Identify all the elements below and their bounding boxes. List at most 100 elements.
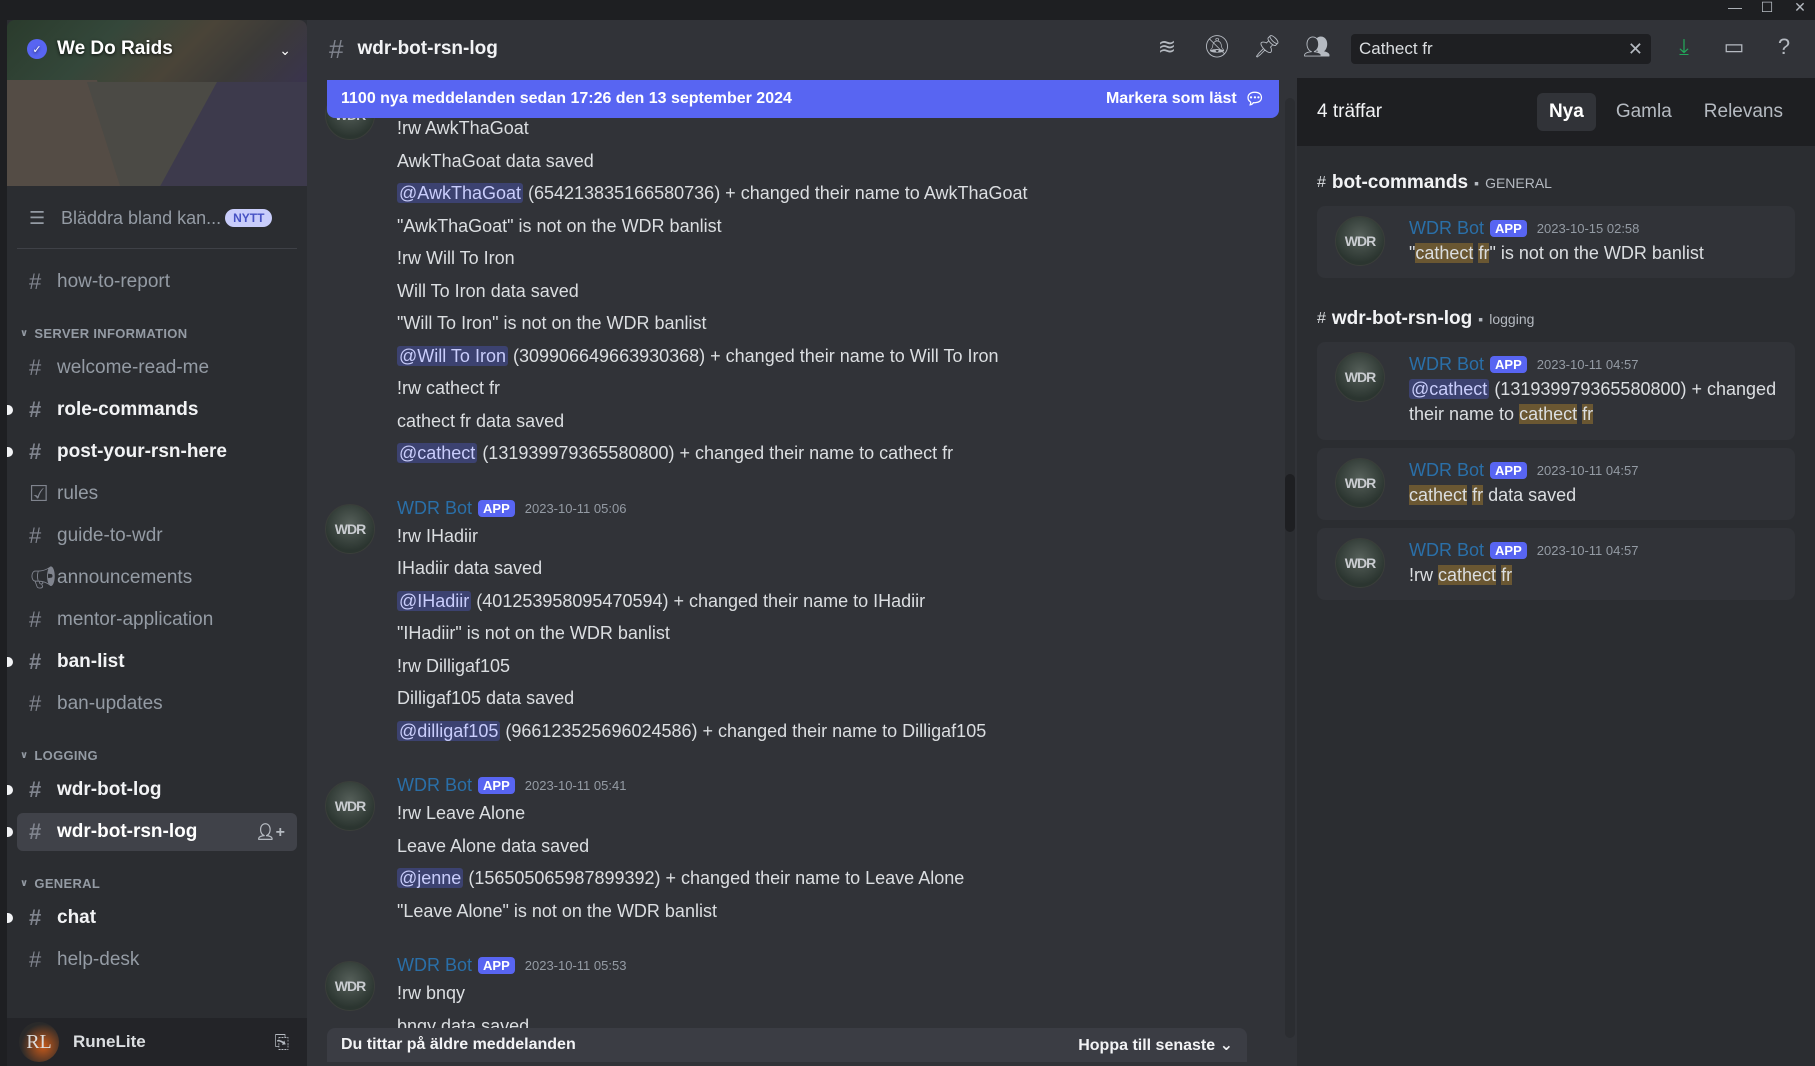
- category-general[interactable]: ∨ GENERAL: [7, 871, 307, 895]
- sidebar-item-rules[interactable]: ☑ rules: [17, 475, 297, 513]
- sidebar-item-how-to-report[interactable]: # how-to-report: [17, 263, 297, 301]
- sort-tab-relevans[interactable]: Relevans: [1692, 93, 1795, 131]
- text-fragment: !rw: [1409, 564, 1438, 585]
- hash-lock-icon: #: [29, 905, 42, 930]
- threads-icon[interactable]: ≋: [1152, 32, 1182, 62]
- channel-title: wdr-bot-rsn-log: [357, 38, 498, 59]
- search-highlight: cathect: [1415, 243, 1474, 263]
- bot-avatar[interactable]: WDR: [325, 781, 375, 831]
- search-input[interactable]: [1359, 39, 1628, 59]
- author-name[interactable]: WDR Bot: [397, 498, 472, 519]
- timestamp: 2023-10-11 05:41: [524, 778, 627, 793]
- category-server-information[interactable]: ∨ SERVER INFORMATION: [7, 321, 307, 345]
- timestamp: 2023-10-15 02:58: [1536, 221, 1640, 236]
- screen-share-icon[interactable]: ⎘: [275, 1032, 289, 1053]
- search-result[interactable]: WDR WDR Bot APP 2023-10-11 04:57 @cathect (1…: [1317, 342, 1795, 440]
- sidebar-item-wdr-bot-log[interactable]: # wdr-bot-log: [7, 771, 297, 809]
- sidebar-item-mentor-application[interactable]: # mentor-application: [17, 601, 297, 639]
- sidebar-item-help-desk[interactable]: # help-desk: [17, 941, 297, 979]
- sidebar-item-ban-updates[interactable]: # ban-updates: [17, 685, 297, 723]
- sidebar-item-role-commands[interactable]: # role-commands: [7, 391, 297, 429]
- browse-channels[interactable]: ☰ Bläddra bland kan... NYTT: [15, 198, 299, 238]
- server-banner[interactable]: ✓ We Do Raids ⌄: [7, 20, 307, 186]
- clear-search-icon[interactable]: ✕: [1628, 39, 1643, 60]
- bot-avatar[interactable]: WDR: [325, 961, 375, 1011]
- app-badge: APP: [478, 499, 515, 517]
- result-header: WDR Bot APP 2023-10-11 04:57: [1409, 354, 1783, 375]
- search-result[interactable]: WDR WDR Bot APP 2023-10-15 02:58 "cathect fr…: [1317, 206, 1795, 279]
- author-name[interactable]: WDR Bot: [397, 775, 472, 796]
- message-line: @IHadiir (401253958095470594) + changed …: [397, 590, 925, 612]
- message-line: IHadiir data saved: [397, 558, 542, 579]
- minimize-button[interactable]: —: [1720, 0, 1750, 18]
- sort-tab-nya[interactable]: Nya: [1536, 93, 1596, 131]
- sidebar-item-wdr-bot-rsn-log[interactable]: # wdr-bot-rsn-log 👤︎+: [7, 813, 297, 851]
- message-line: !rw IHadiir: [397, 526, 478, 547]
- author-name[interactable]: WDR Bot: [1409, 218, 1484, 239]
- result-channel-header[interactable]: # bot-commands ▪ GENERAL: [1317, 168, 1795, 198]
- channel-name: wdr-bot-rsn-log: [57, 821, 198, 842]
- folder-icon: ▪: [1478, 311, 1484, 328]
- mute-icon[interactable]: 🔕︎: [1202, 32, 1232, 62]
- channel-name: post-your-rsn-here: [57, 441, 227, 462]
- search-result[interactable]: WDR WDR Bot APP 2023-10-11 04:57 cathect fr …: [1317, 447, 1795, 520]
- bot-avatar: WDR: [1335, 457, 1385, 508]
- sidebar-item-guide-to-wdr[interactable]: # guide-to-wdr: [17, 517, 297, 555]
- result-channel-header[interactable]: # wdr-bot-rsn-log ▪ logging: [1317, 304, 1795, 334]
- sidebar-item-post-your-rsn-here[interactable]: # post-your-rsn-here: [7, 433, 297, 471]
- new-messages-banner[interactable]: 1100 nya meddelanden sedan 17:26 den 13 …: [327, 80, 1279, 118]
- author-name[interactable]: WDR Bot: [1409, 540, 1484, 561]
- scrollbar-thumb[interactable]: [1285, 474, 1295, 532]
- sort-tab-gamla[interactable]: Gamla: [1604, 93, 1684, 131]
- search-result[interactable]: WDR WDR Bot APP 2023-10-11 04:57 !rw cathect…: [1317, 527, 1795, 600]
- author-name[interactable]: WDR Bot: [1409, 354, 1484, 375]
- browse-channels-icon: ☰: [29, 207, 46, 228]
- download-icon[interactable]: ⤓: [1669, 32, 1699, 62]
- message-text: !rw IHadiir: [397, 525, 479, 546]
- server-header[interactable]: ✓ We Do Raids: [27, 38, 173, 60]
- user-mention[interactable]: @dilligaf105: [397, 720, 501, 741]
- inbox-icon[interactable]: ▭: [1719, 32, 1749, 62]
- message-line: !rw Will To Iron: [397, 248, 515, 269]
- timestamp: 2023-10-11 04:57: [1536, 357, 1639, 373]
- chevron-down-icon[interactable]: ⌄: [279, 42, 291, 59]
- bot-avatar[interactable]: WDR: [325, 503, 375, 554]
- category-logging[interactable]: ∨ LOGGING: [7, 743, 307, 767]
- sidebar-item-announcements[interactable]: 📢︎ announcements: [17, 559, 297, 597]
- verified-badge-icon: ✓: [27, 39, 47, 59]
- author-name[interactable]: WDR Bot: [1409, 460, 1484, 481]
- search-highlight: fr: [1478, 243, 1490, 263]
- jump-to-latest-button[interactable]: Hoppa till senaste ⌄: [1078, 1035, 1233, 1055]
- message-line: @dilligaf105 (966123525696024586) + chan…: [397, 720, 986, 742]
- message-line: !rw Leave Alone: [397, 803, 525, 824]
- message-text: !rw cathect fr: [397, 378, 501, 398]
- message-line: "Will To Iron" is not on the WDR banlist: [397, 313, 707, 334]
- members-icon[interactable]: 👥︎: [1302, 32, 1332, 62]
- sidebar-item-welcome-read-me[interactable]: # welcome-read-me: [17, 349, 297, 387]
- mark-as-read-button[interactable]: Markera som läst 💬︎: [1106, 89, 1265, 109]
- hash-lock-icon: #: [29, 523, 42, 548]
- hash-icon: #: [29, 269, 42, 294]
- user-mention[interactable]: @AwkThaGoat: [397, 183, 523, 203]
- sidebar-item-ban-list[interactable]: # ban-list: [7, 643, 297, 681]
- user-mention[interactable]: @cathect: [1409, 379, 1490, 400]
- user-mention[interactable]: @IHadiir: [397, 590, 472, 611]
- message-text: IHadiir data saved: [397, 558, 543, 578]
- user-mention[interactable]: @cathect: [397, 443, 478, 463]
- search-highlight: cathect: [1409, 484, 1468, 505]
- channel-name: guide-to-wdr: [57, 525, 163, 546]
- close-window-button[interactable]: ✕: [1785, 0, 1815, 18]
- user-mention[interactable]: @Will To Iron: [397, 345, 508, 366]
- maximize-button[interactable]: ☐: [1752, 0, 1782, 18]
- search-box[interactable]: ✕: [1351, 34, 1651, 64]
- help-icon[interactable]: ?: [1769, 32, 1799, 62]
- scrollbar-track[interactable]: [1285, 98, 1295, 1038]
- user-mention[interactable]: @jenne: [397, 868, 464, 888]
- message-line: "Leave Alone" is not on the WDR banlist: [397, 901, 717, 922]
- pin-icon[interactable]: 📌︎: [1252, 32, 1282, 62]
- invite-member-icon[interactable]: 👤︎+: [255, 822, 285, 842]
- sidebar-item-chat[interactable]: # chat: [7, 899, 297, 937]
- megaphone-lock-icon: 📢︎: [29, 565, 57, 590]
- author-name[interactable]: WDR Bot: [397, 955, 472, 976]
- hash-lock-icon: #: [29, 777, 42, 802]
